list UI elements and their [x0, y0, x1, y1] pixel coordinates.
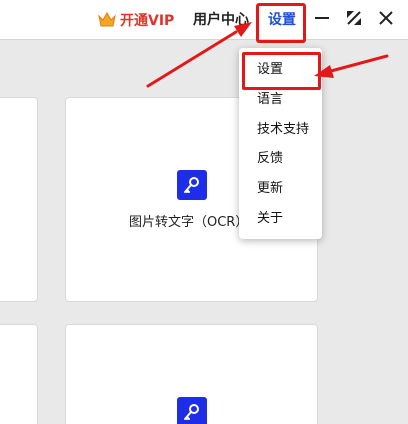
- arrow-to-settings: [146, 22, 252, 88]
- annotation-arrows: [146, 22, 389, 88]
- arrow-to-menu-settings: [314, 54, 389, 78]
- app-window: 开通VIP 用户中心 设置 图片转文字（OCR） 设置 语言 技术支持 反馈 更…: [0, 0, 408, 424]
